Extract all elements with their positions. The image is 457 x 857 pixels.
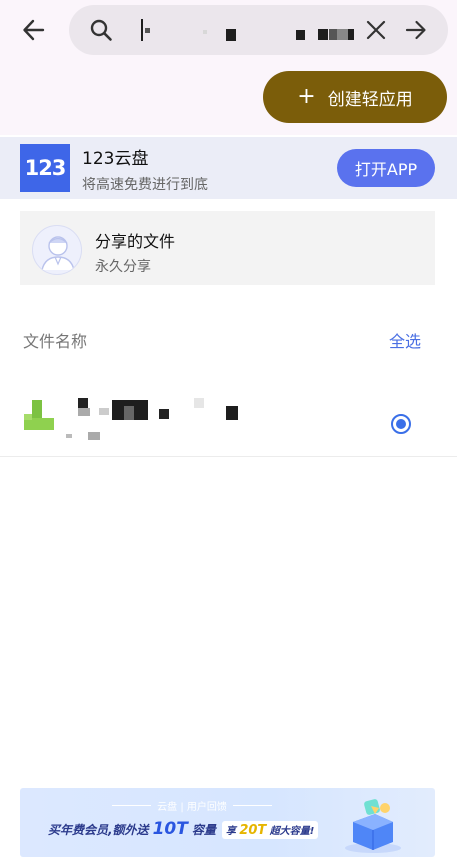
plus-icon: + xyxy=(297,84,316,109)
file-list-header: 文件名称 全选 xyxy=(0,320,457,356)
search-bar[interactable] xyxy=(69,5,448,55)
person-avatar-icon xyxy=(32,225,82,275)
app-banner: 123 123云盘 将高速免费进行到底 打开APP xyxy=(0,137,457,199)
share-subtitle: 永久分享 xyxy=(95,259,151,275)
go-button[interactable] xyxy=(402,17,430,43)
column-header-filename: 文件名称 xyxy=(23,332,88,351)
radio-selected-dot xyxy=(396,419,406,429)
arrow-left-icon xyxy=(23,19,45,41)
search-input[interactable] xyxy=(133,16,359,44)
app-name: 123云盘 xyxy=(82,149,149,169)
promo-pill: 享 20T 超大容量! xyxy=(221,821,319,839)
create-light-app-button[interactable]: + 创建轻应用 xyxy=(263,71,447,123)
file-select-radio[interactable] xyxy=(391,414,411,434)
clear-search-button[interactable] xyxy=(363,17,389,43)
share-title: 分享的文件 xyxy=(95,232,176,251)
magnifier-icon xyxy=(90,19,112,41)
app-tagline: 将高速免费进行到底 xyxy=(82,177,208,193)
close-icon xyxy=(366,20,386,40)
file-icon xyxy=(24,400,54,430)
file-name xyxy=(66,398,256,444)
promo-top-line: 云盘 | 用户回馈 xyxy=(112,798,273,813)
open-app-button[interactable]: 打开APP xyxy=(337,149,435,187)
promo-banner[interactable]: 云盘 | 用户回馈 买年费会员,额外送 10T 容量 享 20T 超大容量! xyxy=(20,788,435,857)
share-info-card: 分享的文件 永久分享 xyxy=(20,211,435,285)
arrow-right-icon xyxy=(405,20,426,40)
select-all-button[interactable]: 全选 xyxy=(389,328,421,352)
app-logo: 123 xyxy=(20,144,70,192)
gift-box-icon xyxy=(345,799,401,853)
create-light-app-label: 创建轻应用 xyxy=(327,89,413,110)
back-button[interactable] xyxy=(14,12,54,48)
file-row[interactable] xyxy=(0,385,457,457)
promo-main-text: 买年费会员,额外送 10T 容量 享 20T 超大容量! xyxy=(48,819,319,839)
top-bar: + 创建轻应用 xyxy=(0,0,457,135)
